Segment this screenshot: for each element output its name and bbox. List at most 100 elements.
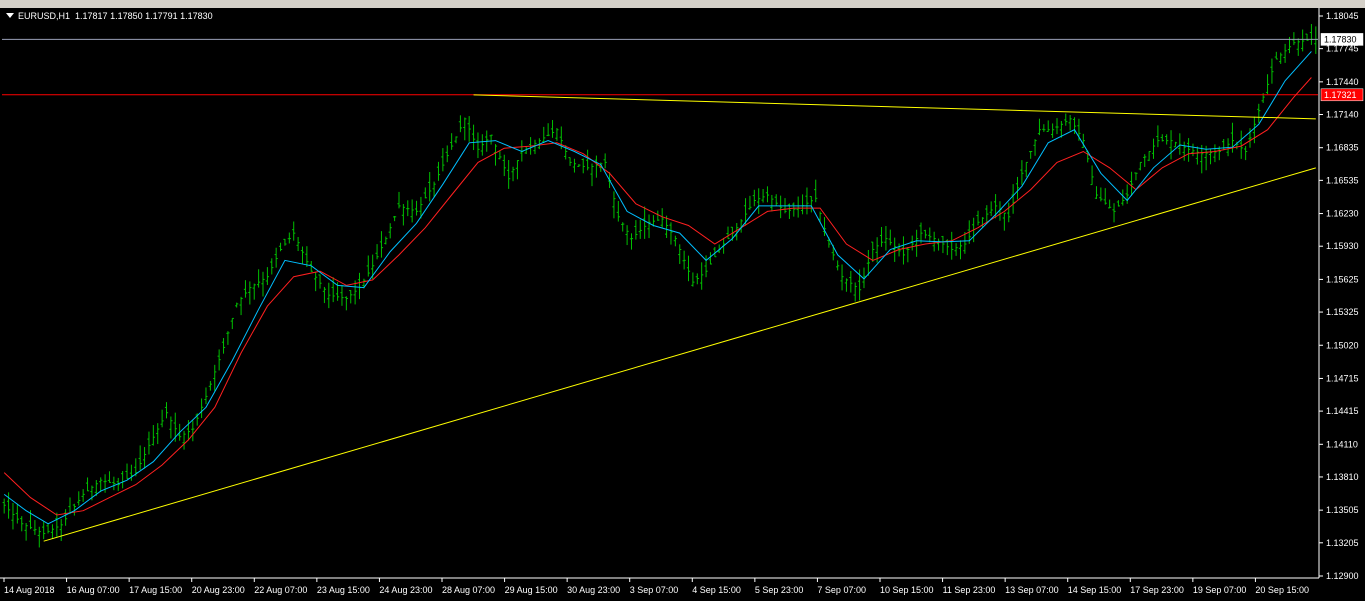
x-tick-label: 14 Sep 15:00 bbox=[1068, 585, 1122, 595]
x-tick-label: 29 Aug 15:00 bbox=[505, 585, 558, 595]
ohlc-bar bbox=[257, 269, 261, 288]
indicator-lines bbox=[2, 38, 1318, 542]
ohlc-bar bbox=[656, 210, 660, 221]
ohlc-bar bbox=[752, 189, 756, 207]
x-tick-label: 14 Aug 2018 bbox=[4, 585, 55, 595]
ohlc-bar bbox=[445, 145, 449, 163]
ohlc-bar bbox=[138, 445, 142, 470]
ohlc-bar bbox=[476, 132, 480, 159]
chart-menu-triangle-icon[interactable] bbox=[6, 13, 14, 18]
bid-price-label-text: 1.17830 bbox=[1324, 34, 1357, 44]
ohlc-bar bbox=[893, 237, 897, 262]
ohlc-bar bbox=[915, 229, 919, 257]
ohlc-bar bbox=[1147, 151, 1151, 162]
ohlc-bar bbox=[853, 282, 857, 302]
ohlc-bar bbox=[169, 416, 173, 439]
ohlc-bar bbox=[252, 283, 256, 300]
ohlc-bar bbox=[1239, 130, 1243, 159]
ohlc-bar bbox=[1134, 172, 1138, 181]
x-tick-label: 20 Sep 15:00 bbox=[1255, 585, 1309, 595]
ohlc-bar bbox=[379, 231, 384, 258]
ohlc-bar bbox=[919, 222, 923, 244]
ohlc-bar bbox=[191, 420, 195, 442]
x-tick-label: 5 Sep 23:00 bbox=[755, 585, 804, 595]
ohlc-bar bbox=[906, 246, 910, 263]
ohlc-bar bbox=[796, 196, 800, 218]
ohlc-bar bbox=[112, 476, 116, 491]
resistance-price-label-text: 1.17321 bbox=[1324, 90, 1357, 100]
ohlc-bar bbox=[871, 241, 875, 263]
ohlc-bar bbox=[805, 187, 809, 215]
ohlc-bar bbox=[629, 233, 634, 250]
ohlc-bar bbox=[450, 133, 454, 150]
ohlc-bar bbox=[1090, 165, 1094, 186]
ohlc-bar bbox=[1108, 199, 1112, 209]
ohlc-bar bbox=[248, 281, 252, 305]
chart-header[interactable]: EURUSD,H1 1.17817 1.17850 1.17791 1.1783… bbox=[6, 11, 213, 21]
y-tick-label: 1.17140 bbox=[1326, 110, 1359, 120]
y-tick-label: 1.14715 bbox=[1326, 373, 1359, 383]
x-tick-label: 17 Sep 23:00 bbox=[1130, 585, 1184, 595]
ohlc-bar bbox=[757, 188, 761, 214]
ohlc-bar bbox=[384, 236, 388, 245]
ohlc-bar bbox=[1002, 212, 1006, 231]
resistance_trend-trendline bbox=[473, 94, 1316, 120]
ohlc-bar bbox=[160, 409, 164, 428]
ohlc-bar bbox=[1165, 134, 1169, 145]
ohlc-bar bbox=[375, 244, 379, 260]
ohlc-bar bbox=[436, 161, 441, 181]
ohlc-bar bbox=[954, 243, 958, 256]
ohlc-bar bbox=[836, 260, 840, 271]
y-tick-label: 1.15625 bbox=[1326, 274, 1359, 284]
bid-price-label: 1.17830 bbox=[1320, 33, 1364, 46]
fast-moving-average-line bbox=[3, 51, 1312, 525]
ohlc-bar bbox=[156, 423, 160, 445]
ohlc-bar bbox=[366, 255, 370, 277]
ohlc-bar bbox=[1020, 160, 1024, 185]
ohlc-bar bbox=[686, 255, 691, 282]
ohlc-bar bbox=[410, 199, 414, 223]
ohlc-bar bbox=[761, 189, 765, 203]
y-tick-label: 1.13205 bbox=[1326, 538, 1359, 548]
ohlc-bar bbox=[300, 246, 305, 265]
ohlc-bar bbox=[1094, 186, 1099, 199]
ohlc-bar bbox=[1195, 146, 1199, 165]
ohlc-bar bbox=[344, 296, 348, 311]
ohlc-bar bbox=[1029, 150, 1033, 159]
ohlc-bar bbox=[1129, 171, 1134, 196]
ohlc-bar bbox=[634, 220, 638, 240]
ohlc-bar bbox=[673, 235, 677, 247]
ohlc-bar bbox=[287, 232, 291, 244]
ohlc-bar bbox=[414, 200, 419, 216]
ohlc-bar bbox=[1222, 139, 1226, 151]
ohlc-bar bbox=[406, 200, 410, 217]
ohlc-bar bbox=[550, 120, 555, 138]
ohlc-bar bbox=[555, 127, 559, 141]
ohlc-bar bbox=[1011, 184, 1015, 214]
ohlc-bar bbox=[15, 503, 19, 524]
ohlc-bar bbox=[1051, 123, 1055, 138]
ohlc-bar bbox=[1042, 124, 1046, 132]
y-tick-label: 1.14415 bbox=[1326, 406, 1359, 416]
ohlc-bar bbox=[33, 520, 37, 535]
y-tick-label: 1.18045 bbox=[1326, 11, 1359, 21]
ohlc-bar bbox=[147, 431, 151, 455]
x-tick-label: 7 Sep 07:00 bbox=[817, 585, 866, 595]
ohlc-bar bbox=[20, 516, 24, 532]
ohlc-bar bbox=[958, 240, 963, 260]
y-tick-label: 1.16835 bbox=[1326, 143, 1359, 153]
y-tick-label: 1.16230 bbox=[1326, 209, 1359, 219]
ohlc-bar bbox=[748, 195, 752, 210]
price-chart[interactable]: 1.180451.177451.174401.171401.168351.165… bbox=[0, 8, 1365, 601]
ohlc-bar bbox=[208, 380, 212, 391]
y-tick-label: 1.16535 bbox=[1326, 175, 1359, 185]
ohlc-bar bbox=[1191, 143, 1195, 157]
x-tick-label: 3 Sep 07:00 bbox=[630, 585, 679, 595]
chart-window[interactable]: 1.18045 1.17745 1.17440 1.17140 1.16835 1.165… bbox=[0, 8, 1365, 601]
ohlc-bar bbox=[1182, 141, 1186, 161]
x-tick-label: 23 Aug 15:00 bbox=[317, 585, 370, 595]
ohlc-bar bbox=[660, 208, 664, 228]
ohlc-bar bbox=[50, 524, 55, 539]
ohlc-bar bbox=[318, 274, 322, 289]
ohlc-bar bbox=[493, 144, 498, 166]
